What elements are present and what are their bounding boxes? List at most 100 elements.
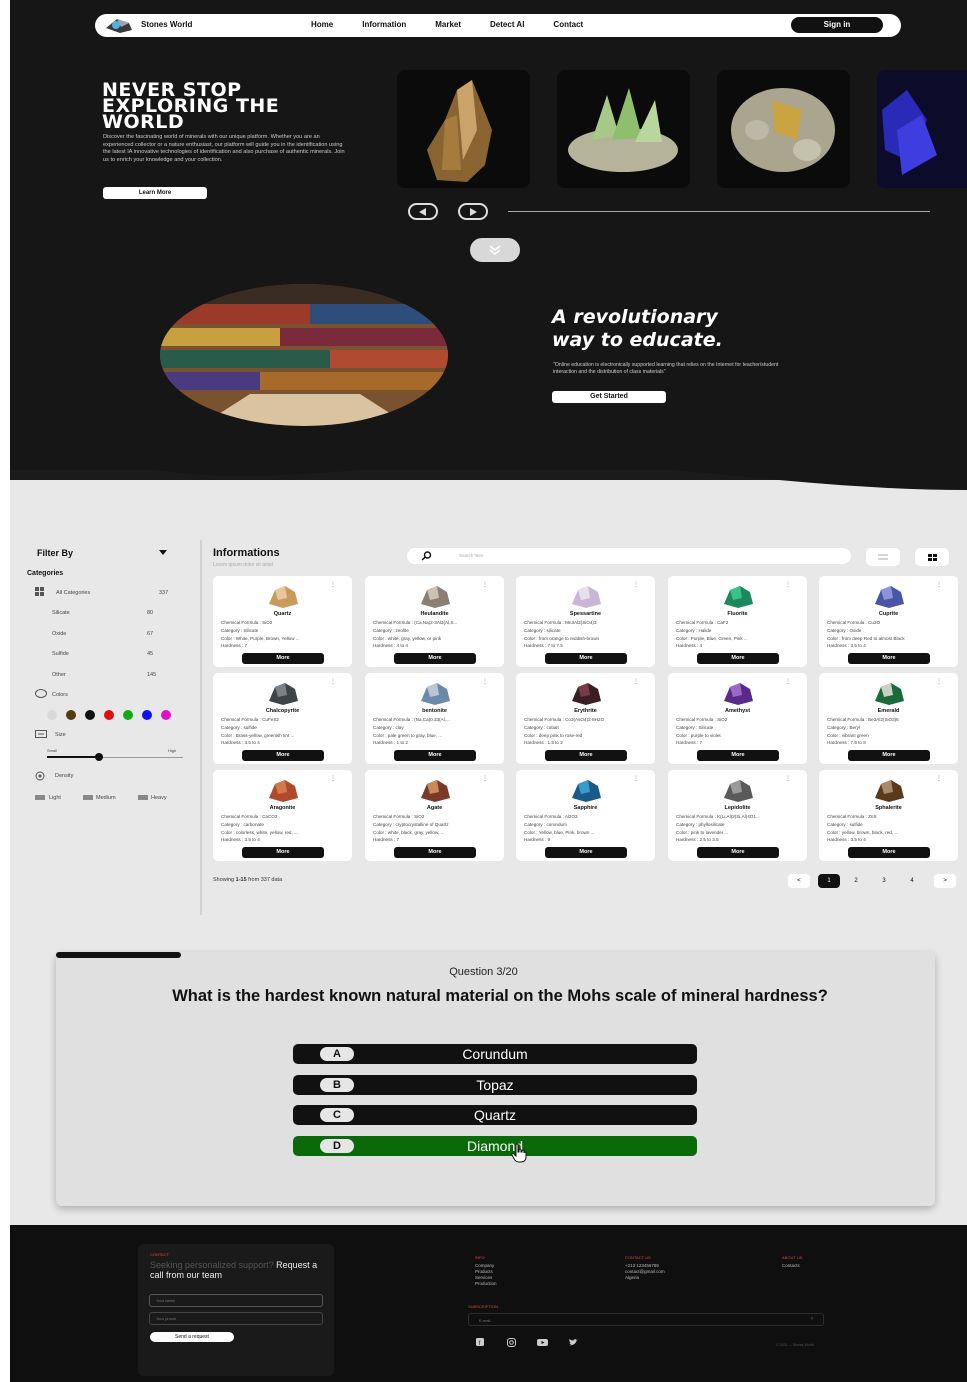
subscribe-email-field[interactable]: E-mail ›: [468, 1313, 824, 1326]
color-swatch[interactable]: [66, 710, 76, 720]
more-button[interactable]: More: [697, 750, 779, 761]
youtube-icon[interactable]: [537, 1339, 548, 1346]
mineral-card: ⋮ Agate Chemical Formula : SiO2 Category : …: [365, 770, 504, 861]
nav-information[interactable]: Information: [362, 20, 406, 29]
category-all[interactable]: All Categories: [56, 590, 90, 596]
more-options-icon[interactable]: ⋮: [482, 775, 488, 782]
size-slider-handle[interactable]: [95, 753, 103, 761]
prev-slide-button[interactable]: [408, 203, 438, 220]
heavy-checkbox[interactable]: [138, 795, 148, 800]
mineral-slide-3[interactable]: [717, 70, 850, 188]
category-sulfide[interactable]: Sulfide: [52, 651, 69, 657]
caret-down-icon[interactable]: [159, 550, 167, 556]
page-4-button[interactable]: 4: [902, 874, 922, 888]
more-button[interactable]: More: [848, 750, 930, 761]
more-button[interactable]: More: [545, 653, 627, 664]
answer-c-button[interactable]: C Quartz: [293, 1105, 697, 1125]
page-1-button[interactable]: 1: [818, 874, 840, 888]
answer-d-button[interactable]: D Diamond: [293, 1136, 697, 1156]
page-3-button[interactable]: 3: [874, 874, 894, 888]
category-silicate[interactable]: Silicate: [52, 610, 70, 616]
nav-home[interactable]: Home: [311, 20, 333, 29]
more-button[interactable]: More: [545, 750, 627, 761]
more-options-icon[interactable]: ⋮: [330, 775, 336, 782]
more-options-icon[interactable]: ⋮: [936, 581, 942, 588]
more-options-icon[interactable]: ⋮: [785, 775, 791, 782]
more-options-icon[interactable]: ⋮: [482, 678, 488, 685]
name-field[interactable]: Your name: [149, 1294, 323, 1307]
mineral-slide-4[interactable]: [877, 70, 967, 188]
scroll-down-button[interactable]: [470, 238, 520, 262]
nav-detect-ai[interactable]: Detect AI: [490, 20, 524, 29]
more-options-icon[interactable]: ⋮: [330, 581, 336, 588]
more-options-icon[interactable]: ⋮: [633, 678, 639, 685]
color-swatch[interactable]: [104, 710, 114, 720]
mineral-hardness: Hardness : 3.5 to 4: [827, 837, 866, 842]
phone-field[interactable]: Your phone: [149, 1312, 323, 1325]
more-button[interactable]: More: [697, 847, 779, 858]
mineral-slide-2[interactable]: [557, 70, 690, 188]
mineral-card: ⋮ Chalcopyrite Chemical Formula : CuFeS2 Ca…: [213, 673, 352, 764]
more-options-icon[interactable]: ⋮: [633, 581, 639, 588]
twitter-icon[interactable]: [569, 1339, 578, 1346]
category-oxide[interactable]: Oxide: [52, 631, 66, 637]
more-options-icon[interactable]: ⋮: [330, 678, 336, 685]
nav-market[interactable]: Market: [435, 20, 461, 29]
next-page-button[interactable]: >: [934, 874, 956, 888]
density-light[interactable]: Light: [49, 795, 61, 801]
next-slide-button[interactable]: [458, 203, 488, 220]
more-options-icon[interactable]: ⋮: [936, 678, 942, 685]
more-button[interactable]: More: [242, 653, 324, 664]
page-2-button[interactable]: 2: [846, 874, 866, 888]
grid-view-button[interactable]: [915, 548, 949, 566]
mineral-thumbnail: [572, 586, 601, 608]
mineral-thumbnail: [724, 586, 753, 608]
learn-more-button[interactable]: Learn More: [103, 187, 207, 199]
more-options-icon[interactable]: ⋮: [633, 775, 639, 782]
footer-link-production[interactable]: Production: [475, 1281, 497, 1287]
more-button[interactable]: More: [242, 847, 324, 858]
list-view-button[interactable]: [866, 548, 900, 566]
more-button[interactable]: More: [697, 653, 779, 664]
search-bar[interactable]: Search here: [407, 548, 851, 564]
more-button[interactable]: More: [848, 847, 930, 858]
density-heavy[interactable]: Heavy: [151, 795, 167, 801]
more-button[interactable]: More: [394, 653, 476, 664]
density-medium[interactable]: Medium: [96, 795, 116, 801]
mineral-card: ⋮ Quartz Chemical Formula : SiO2 Category :…: [213, 576, 352, 667]
nav-contact[interactable]: Contact: [553, 20, 583, 29]
sign-in-button[interactable]: Sign in: [791, 17, 883, 33]
color-swatch[interactable]: [85, 710, 95, 720]
more-button[interactable]: More: [394, 847, 476, 858]
answer-a-button[interactable]: A Corundum: [293, 1044, 697, 1064]
send-request-button[interactable]: Send a request: [150, 1332, 234, 1342]
more-options-icon[interactable]: ⋮: [785, 678, 791, 685]
get-started-button[interactable]: Get Started: [552, 391, 666, 403]
footer-link-contacts[interactable]: Contacts: [782, 1263, 800, 1269]
more-button[interactable]: More: [848, 653, 930, 664]
brand-name[interactable]: Stones World: [141, 20, 192, 29]
medium-checkbox[interactable]: [83, 795, 93, 800]
color-swatch[interactable]: [142, 710, 152, 720]
logo-icon[interactable]: [103, 16, 135, 35]
prev-page-button[interactable]: <: [788, 874, 810, 888]
more-options-icon[interactable]: ⋮: [785, 581, 791, 588]
light-checkbox[interactable]: [35, 795, 45, 800]
more-button[interactable]: More: [545, 847, 627, 858]
color-swatch[interactable]: [161, 710, 171, 720]
arrow-right-icon[interactable]: ›: [811, 1316, 813, 1322]
mineral-color: Color : pink to lavender ...: [676, 830, 729, 835]
answer-b-button[interactable]: B Topaz: [293, 1075, 697, 1095]
facebook-icon[interactable]: f: [476, 1338, 484, 1346]
instagram-icon[interactable]: [507, 1338, 516, 1347]
more-button[interactable]: More: [242, 750, 324, 761]
search-input[interactable]: Search here: [459, 553, 484, 558]
category-other[interactable]: Other: [52, 672, 66, 678]
color-swatch[interactable]: [47, 710, 57, 720]
color-swatch[interactable]: [123, 710, 133, 720]
more-button[interactable]: More: [394, 750, 476, 761]
mineral-color: Color : from deep Red to almost Black: [827, 636, 905, 641]
mineral-slide-1[interactable]: [397, 70, 530, 188]
more-options-icon[interactable]: ⋮: [936, 775, 942, 782]
more-options-icon[interactable]: ⋮: [482, 581, 488, 588]
